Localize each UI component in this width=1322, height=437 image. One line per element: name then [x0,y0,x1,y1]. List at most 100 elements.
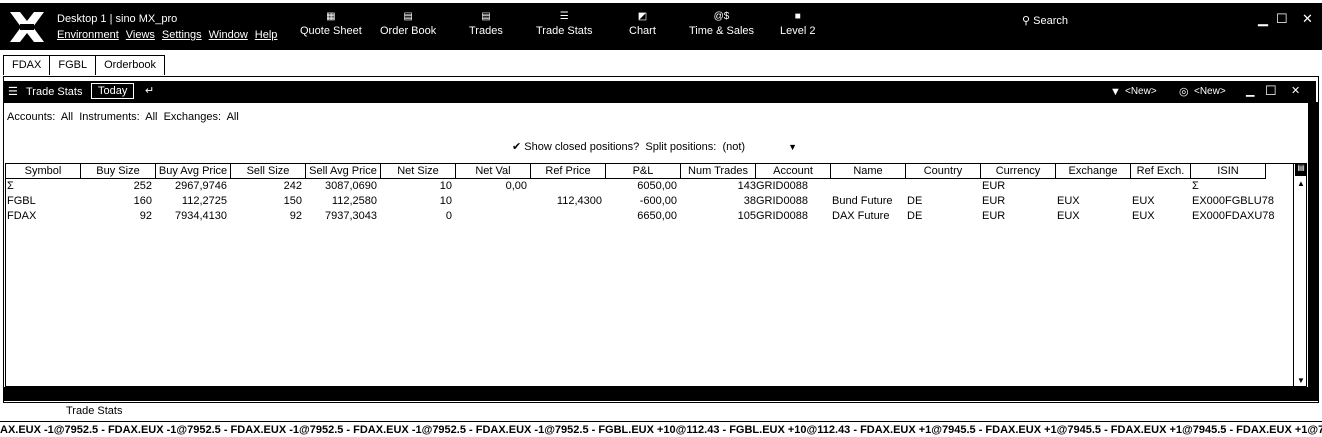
table-cell: 3087,0690 [325,180,377,192]
panel-footer-bar [3,387,1319,401]
panel-maximize-button[interactable]: ☐ [1265,83,1277,99]
column-header[interactable]: Ref Exch. [1131,164,1191,179]
exchanges-filter[interactable]: All [227,111,239,123]
level2-icon: ■ [794,11,801,22]
table-cell [456,209,527,224]
table-cell: EX000FGBLU78 [1192,195,1274,207]
column-header[interactable]: Ref Price [531,164,606,179]
column-header[interactable]: Name [831,164,906,179]
table-cell: EUX [1057,195,1080,207]
tab-fgbl[interactable]: FGBL [49,55,97,75]
scroll-down-arrow[interactable]: ▼ [1297,376,1305,385]
filter-icon[interactable]: ▼ [1110,86,1121,98]
menu-environment[interactable]: Environment [57,29,119,41]
chart-button[interactable]: ◩ Chart [629,11,656,37]
trades-button[interactable]: ▤ Trades [469,11,503,37]
sino-logo [10,12,44,42]
table-cell: 242 [283,180,302,192]
table-cell: FGBL [7,195,36,207]
column-header[interactable]: ISIN [1191,164,1266,179]
table-cell: -600,00 [639,195,677,207]
column-header[interactable]: Num Trades [681,164,756,179]
table-cell: 112,4300 [556,195,602,207]
table-cell: GRID0088 [756,180,808,192]
order-book-button[interactable]: ▤ Order Book [380,11,436,37]
options-row: ✔ Show closed positions? Split positions… [512,141,798,153]
table-cell: DE [907,195,923,207]
menu-window[interactable]: Window [209,29,248,41]
table-cell: 6650,00 [637,210,677,222]
trade-stats-button[interactable]: ☰ Trade Stats [536,11,592,37]
maximize-button[interactable]: ☐ [1276,11,1288,27]
table-cell: DAX Future [832,210,890,222]
chevron-down-icon[interactable]: ▼ [788,142,797,152]
table-cell: 38 [743,195,756,207]
panel-titlebar: ☰ Trade Stats Today ↵ ▼ <New> ◎ <New> ▁ … [3,81,1316,103]
close-button[interactable]: ✕ [1302,11,1313,27]
panel-close-button[interactable]: ✕ [1291,84,1300,97]
trade-stats-icon: ☰ [559,11,569,22]
scroll-up-arrow[interactable]: ▲ [1297,179,1305,188]
panel-title: Trade Stats [26,86,83,98]
column-header[interactable]: Account [756,164,831,179]
table-cell [531,179,602,194]
table-cell: EUX [1132,210,1155,222]
table-cell: DE [907,210,923,222]
column-header[interactable]: Currency [981,164,1056,179]
filter-row: Accounts: All Instruments: All Exchanges… [7,111,239,123]
column-header[interactable]: Buy Avg Price [156,164,231,179]
table-cell: GRID0088 [756,210,808,222]
table-row[interactable]: FDAX 92 7934,4130 92 7937,3043 0 6650,00 105 GRI… [6,209,1293,224]
column-header[interactable]: Net Size [381,164,456,179]
table-cell: GRID0088 [756,195,808,207]
split-positions-select[interactable]: (not) [722,141,745,153]
table-cell: 92 [289,210,302,222]
column-header[interactable]: P&L [606,164,681,179]
table-cell: 112,2580 [331,195,377,207]
filter-new[interactable]: <New> [1125,86,1157,97]
column-header[interactable]: Buy Size [81,164,156,179]
quote-sheet-button[interactable]: ▦ Quote Sheet [300,11,362,37]
show-closed-checkbox[interactable]: ✔ [512,141,521,153]
tab-fdax[interactable]: FDAX [3,55,51,75]
column-header[interactable]: Symbol [6,164,81,179]
status-label: Trade Stats [66,405,123,417]
table-cell: 150 [283,195,302,207]
menu-views[interactable]: Views [126,29,155,41]
vertical-scrollbar[interactable]: ▤ ▲ ▼ [1293,163,1307,387]
table-cell: 105 [737,210,756,222]
table-cell: FDAX [7,210,37,222]
table-row[interactable]: Σ 252 2967,9746 242 3087,0690 10 0,00 6050,00 14… [6,179,1293,194]
window-title: Desktop 1 | sino MX_pro [57,13,178,25]
table-cell: EUX [1132,195,1155,207]
return-icon[interactable]: ↵ [145,84,154,97]
table-cell: 112,2725 [181,195,227,207]
chart-icon: ◩ [637,11,648,22]
table-cell: 7937,3043 [325,210,377,222]
accounts-filter[interactable]: All [61,111,73,123]
column-header[interactable]: Net Val [456,164,531,179]
view-icon[interactable]: ◎ [1179,85,1189,98]
menu-settings[interactable]: Settings [162,29,202,41]
minimize-button[interactable]: ▁ [1258,11,1268,27]
panel-minimize-button[interactable]: ▁ [1246,84,1254,97]
column-chooser-icon[interactable]: ▤ [1295,163,1307,176]
column-header[interactable]: Sell Size [231,164,306,179]
today-button[interactable]: Today [91,83,135,99]
table-cell: 160 [133,195,152,207]
order-book-icon: ▤ [403,11,413,22]
search-button[interactable]: ⚲ Search [1022,14,1068,27]
level2-button[interactable]: ■ Level 2 [780,11,815,37]
menu-help[interactable]: Help [255,29,278,41]
table-cell [531,209,602,224]
table-row[interactable]: FGBL 160 112,2725 150 112,2580 10 112,4300 -600… [6,194,1293,209]
tab-orderbook[interactable]: Orderbook [95,55,166,75]
view-new[interactable]: <New> [1194,86,1226,97]
table-cell: EUR [982,210,1006,222]
column-header[interactable]: Country [906,164,981,179]
tab-bar: FDAX FGBL Orderbook [3,55,166,75]
column-header[interactable]: Sell Avg Price [306,164,381,179]
column-header[interactable]: Exchange [1056,164,1131,179]
time-sales-button[interactable]: @$ Time & Sales [689,11,754,37]
instruments-filter[interactable]: All [145,111,157,123]
